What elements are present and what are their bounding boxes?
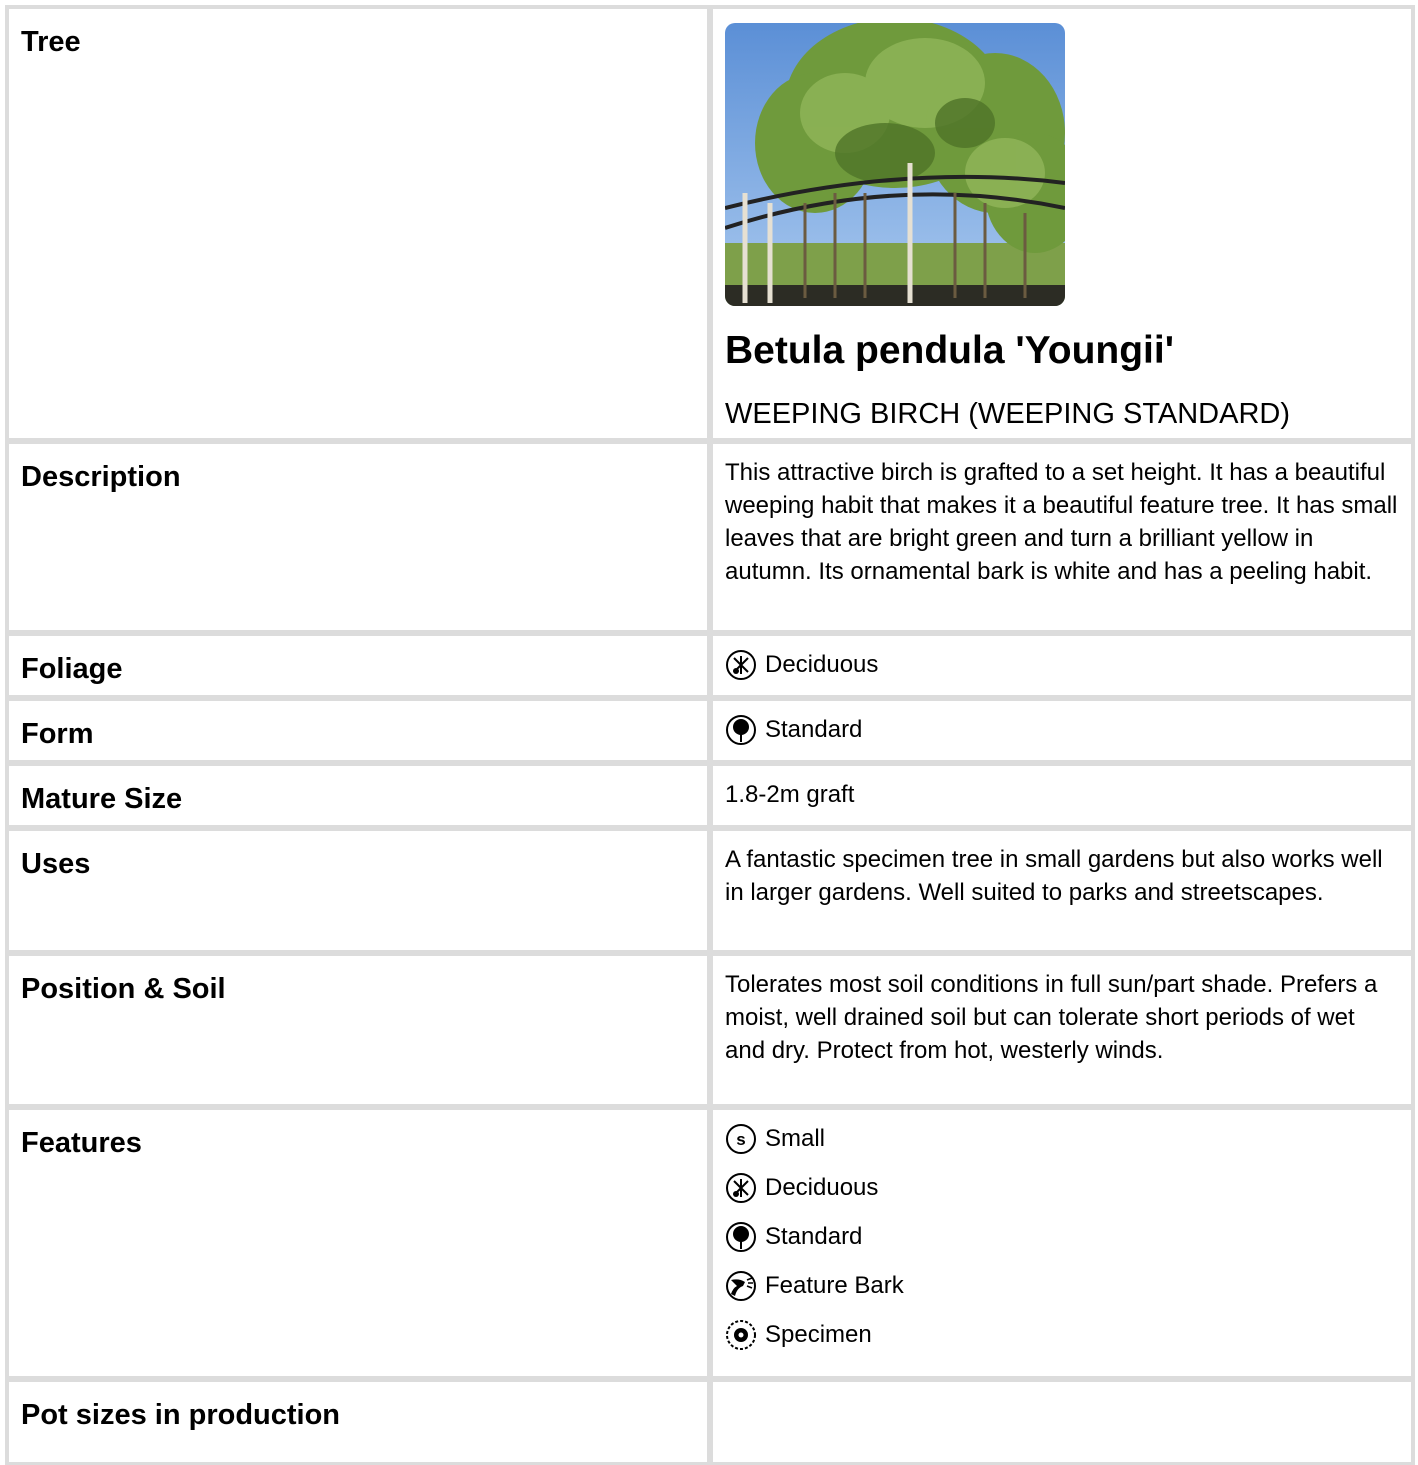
feature-item-label: Feature Bark — [765, 1272, 904, 1299]
form-label: Form — [21, 718, 94, 750]
feature-bark-icon — [726, 1270, 756, 1301]
description-value-cell: This attractive birch is grafted to a se… — [713, 444, 1411, 630]
pot-sizes-label-cell: Pot sizes in production — [9, 1382, 707, 1462]
position-soil-value-cell: Tolerates most soil conditions in full s… — [713, 956, 1411, 1104]
feature-item: s Small — [725, 1122, 1399, 1155]
foliage-label: Foliage — [21, 653, 123, 685]
feature-item: Specimen — [725, 1318, 1399, 1351]
tree-label: Tree — [21, 26, 81, 58]
feature-item: Feature Bark — [725, 1269, 1399, 1302]
feature-item: Standard — [725, 1220, 1399, 1253]
mature-size-value-cell: 1.8-2m graft — [713, 766, 1411, 825]
form-value: Standard — [725, 713, 1399, 746]
form-label-cell: Form — [9, 701, 707, 760]
uses-label-cell: Uses — [9, 831, 707, 950]
foliage-value-cell: Deciduous — [713, 636, 1411, 695]
tree-value-cell: Betula pendula 'Youngii' WEEPING BIRCH (… — [713, 9, 1411, 438]
mature-size-value: 1.8-2m graft — [725, 781, 855, 808]
uses-text: A fantastic specimen tree in small garde… — [725, 846, 1383, 906]
position-soil-text: Tolerates most soil conditions in full s… — [725, 971, 1378, 1064]
pot-sizes-label: Pot sizes in production — [21, 1399, 341, 1431]
tree-label-cell: Tree — [9, 9, 707, 438]
description-label: Description — [21, 461, 181, 493]
foliage-value-text: Deciduous — [765, 651, 879, 678]
description-label-cell: Description — [9, 444, 707, 630]
small-size-icon: s — [726, 1123, 756, 1154]
form-value-text: Standard — [765, 716, 863, 743]
uses-value-cell: A fantastic specimen tree in small garde… — [713, 831, 1411, 950]
scientific-name: Betula pendula 'Youngii' — [725, 329, 1174, 372]
feature-item-label: Small — [765, 1125, 826, 1152]
feature-item: Deciduous — [725, 1171, 1399, 1204]
plant-info-table: Tree Betula pendula 'Youngii' WEEPING BI… — [5, 5, 1415, 1465]
position-soil-label-cell: Position & Soil — [9, 956, 707, 1104]
feature-item-label: Standard — [765, 1223, 863, 1250]
foliage-label-cell: Foliage — [9, 636, 707, 695]
specimen-icon — [726, 1319, 756, 1350]
common-name: WEEPING BIRCH (WEEPING STANDARD) — [725, 398, 1290, 430]
features-label: Features — [21, 1127, 142, 1159]
uses-label: Uses — [21, 848, 91, 880]
deciduous-icon — [726, 649, 756, 680]
standard-icon — [726, 714, 756, 745]
position-soil-label: Position & Soil — [21, 973, 226, 1005]
features-value-cell: s Small Deciduous Standard Feature Bark … — [713, 1110, 1411, 1376]
form-value-cell: Standard — [713, 701, 1411, 760]
svg-text:s: s — [736, 1130, 745, 1149]
description-text: This attractive birch is grafted to a se… — [725, 459, 1398, 585]
features-label-cell: Features — [9, 1110, 707, 1376]
tree-photo-image — [725, 23, 1065, 306]
feature-item-label: Specimen — [765, 1321, 872, 1348]
standard-icon — [726, 1221, 756, 1252]
feature-item-label: Deciduous — [765, 1174, 879, 1201]
pot-sizes-value-cell — [713, 1382, 1411, 1462]
deciduous-icon — [726, 1172, 756, 1203]
mature-size-label-cell: Mature Size — [9, 766, 707, 825]
foliage-value: Deciduous — [725, 648, 1399, 681]
mature-size-label: Mature Size — [21, 783, 183, 815]
tree-photo — [725, 23, 1065, 306]
